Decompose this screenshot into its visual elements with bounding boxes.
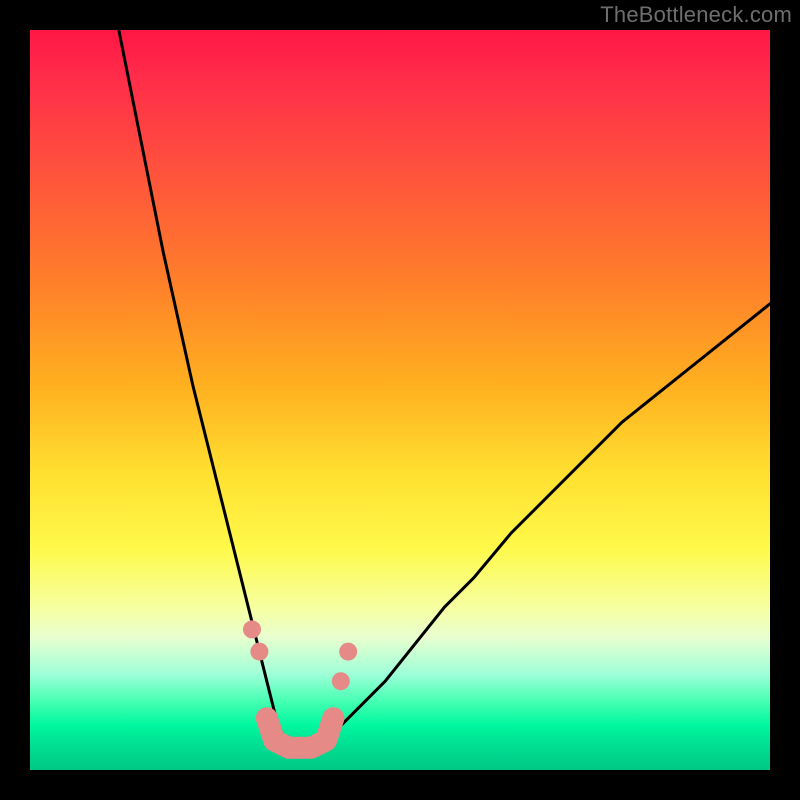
marker-dot — [332, 672, 350, 690]
chart-frame: TheBottleneck.com — [0, 0, 800, 800]
marker-dot — [243, 620, 261, 638]
curve-layer — [30, 30, 770, 770]
marker-dot — [250, 643, 268, 661]
watermark-text: TheBottleneck.com — [600, 2, 792, 28]
plot-area — [30, 30, 770, 770]
v-curve-path — [119, 30, 770, 755]
bottleneck-curve — [119, 30, 770, 755]
highlighted-markers — [243, 620, 357, 756]
marker-dot — [324, 709, 342, 727]
marker-dot — [258, 709, 276, 727]
marker-dot — [339, 643, 357, 661]
marker-dot — [317, 731, 335, 749]
